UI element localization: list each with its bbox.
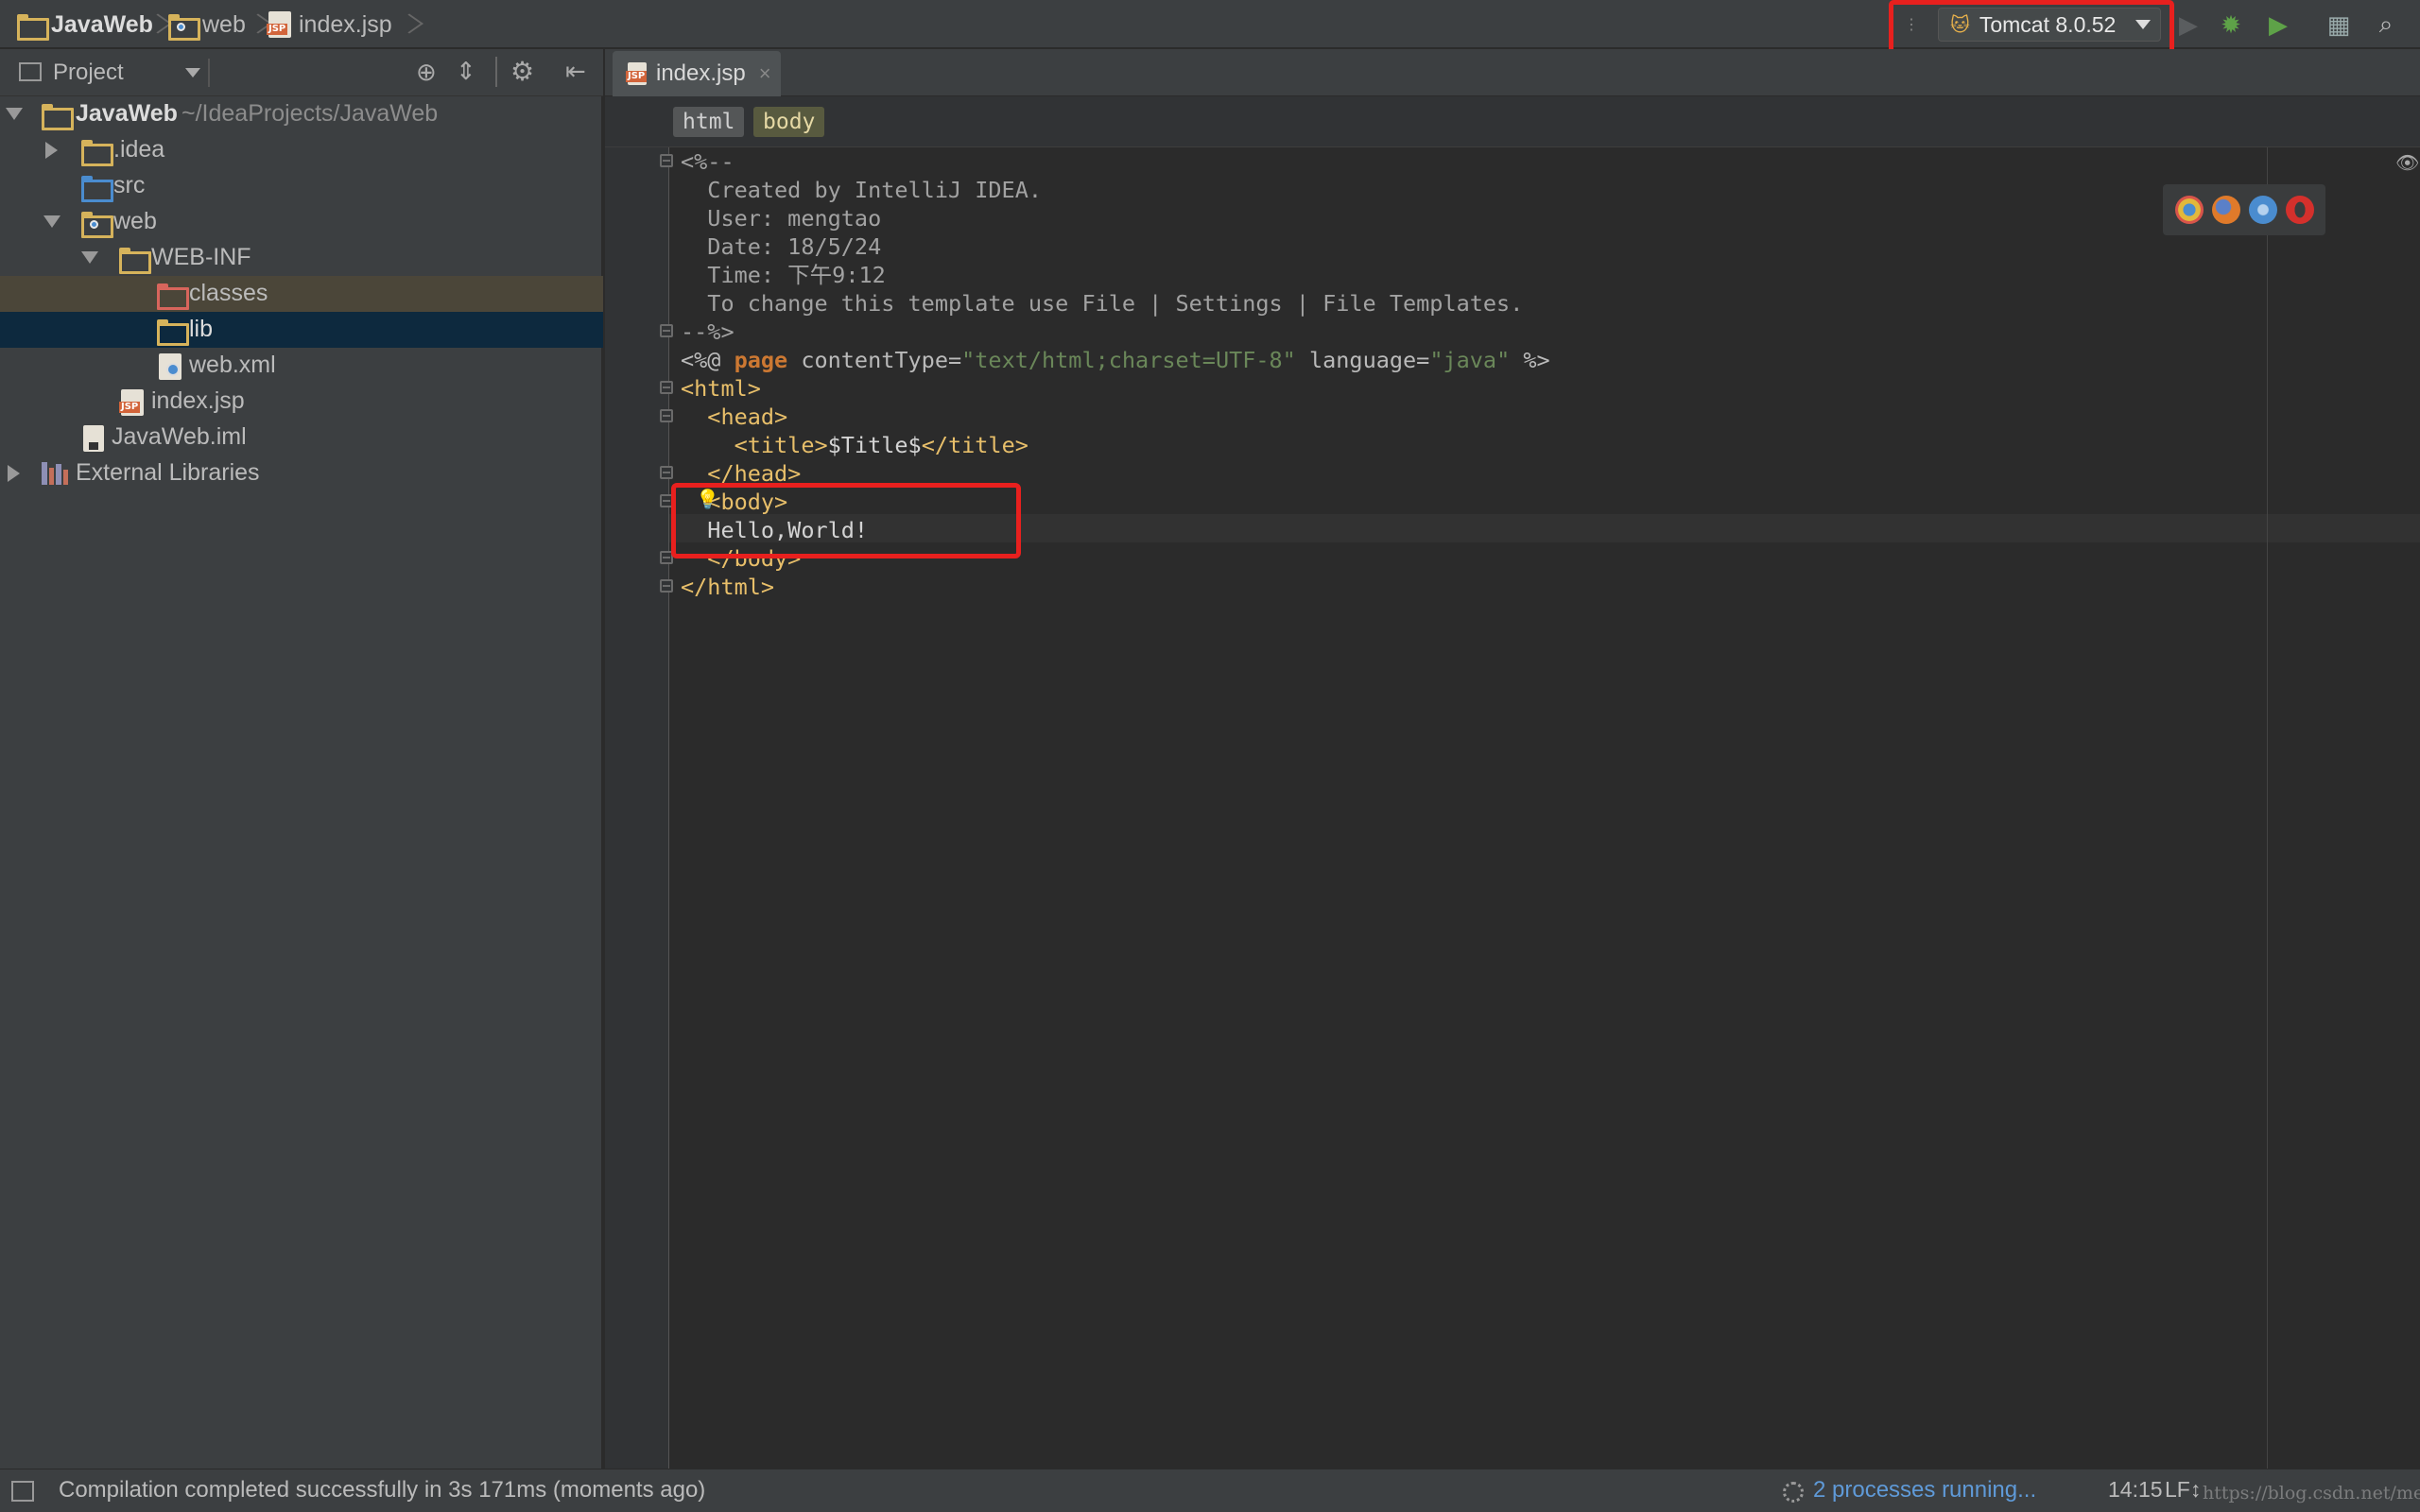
- project-structure-icon[interactable]: ▦: [2324, 9, 2354, 40]
- tree-item-web-inf[interactable]: WEB-INF: [0, 240, 603, 276]
- debug-icon[interactable]: ✹: [2216, 9, 2246, 40]
- iml-file-icon: [83, 425, 104, 452]
- folder-icon: [157, 319, 189, 346]
- fold-marker-icon[interactable]: [660, 409, 673, 422]
- fold-marker-icon[interactable]: [660, 154, 673, 167]
- project-folder-icon: [17, 14, 49, 41]
- tree-item-index-jsp[interactable]: JSP index.jsp: [0, 384, 603, 420]
- chrome-icon[interactable]: [2174, 196, 2204, 224]
- expand-arrow-icon[interactable]: [6, 108, 23, 120]
- tree-item-src[interactable]: src: [0, 168, 603, 204]
- right-margin-guide: [2267, 147, 2268, 1469]
- project-view-label[interactable]: Project: [53, 60, 124, 86]
- breadcrumb-index-jsp[interactable]: JSP index.jsp: [267, 9, 392, 40]
- status-message[interactable]: Compilation completed successfully in 3s…: [59, 1477, 705, 1503]
- tree-item-classes[interactable]: classes: [0, 276, 603, 312]
- editor-breadcrumb: html body: [605, 96, 2420, 147]
- tree-item-idea[interactable]: .idea: [0, 132, 603, 168]
- breadcrumb-html[interactable]: html: [673, 107, 745, 137]
- gear-icon[interactable]: ⚙: [510, 56, 534, 87]
- close-icon[interactable]: ×: [759, 61, 771, 86]
- libraries-icon: [42, 462, 68, 485]
- source-folder-icon: [81, 176, 113, 202]
- collapse-all-icon[interactable]: ⇕: [456, 57, 476, 86]
- code-line[interactable]: Created by IntelliJ IDEA.: [681, 176, 1042, 204]
- opera-icon[interactable]: [2285, 196, 2314, 224]
- search-icon[interactable]: ⌕: [2371, 9, 2401, 40]
- fold-marker-icon[interactable]: [660, 466, 673, 479]
- watermark: https://blog.csdn.net/mengtao0000: [2203, 1483, 2420, 1503]
- fold-marker-icon[interactable]: [660, 579, 673, 593]
- navigation-bar: JavaWeb web JSP index.jsp ⋮ 🐱 Tomcat 8.0…: [0, 0, 2420, 60]
- tree-item-lib[interactable]: lib: [0, 312, 603, 348]
- project-view-icon: [19, 62, 42, 81]
- jsp-file-icon: JSP: [626, 62, 648, 85]
- hide-panel-icon[interactable]: ⇤: [565, 57, 586, 86]
- code-line[interactable]: <html>: [681, 374, 761, 403]
- code-line[interactable]: <title>$Title$</title>: [681, 431, 1028, 459]
- expand-arrow-icon[interactable]: [81, 251, 98, 264]
- caret-position[interactable]: 14:15: [2108, 1477, 2163, 1503]
- run-icon[interactable]: ▶: [2174, 9, 2203, 40]
- safari-icon[interactable]: [2248, 196, 2277, 224]
- spinner-icon: [1783, 1482, 1804, 1503]
- code-line[interactable]: To change this template use File | Setti…: [681, 289, 1523, 318]
- expand-arrow-icon[interactable]: [45, 142, 58, 159]
- processes-running-link[interactable]: 2 processes running...: [1813, 1477, 2036, 1503]
- expand-arrow-icon[interactable]: [8, 465, 20, 482]
- jsp-file-icon: JSP: [119, 389, 144, 416]
- xml-file-icon: [159, 353, 182, 380]
- coverage-icon[interactable]: ▶: [2263, 9, 2293, 40]
- divider: [208, 59, 210, 87]
- project-folder-icon: [42, 104, 74, 130]
- line-separator[interactable]: LF↕: [2165, 1477, 2201, 1503]
- breadcrumb-separator: [401, 9, 414, 40]
- body-highlight-box: [671, 483, 1021, 558]
- expand-arrow-icon[interactable]: [43, 215, 60, 228]
- status-bar: Compilation completed successfully in 3s…: [0, 1469, 2420, 1512]
- code-line[interactable]: <head>: [681, 403, 787, 431]
- tree-item-web[interactable]: web: [0, 204, 603, 240]
- code-line[interactable]: Time: 下午9:12: [681, 261, 886, 289]
- editor-gutter[interactable]: [605, 147, 669, 1469]
- breadcrumb-body[interactable]: body: [753, 107, 825, 137]
- excluded-folder-icon: [157, 284, 189, 310]
- code-line[interactable]: <%--: [681, 147, 735, 176]
- breadcrumb-web[interactable]: web: [168, 9, 246, 41]
- breadcrumb-separator: [250, 9, 263, 40]
- code-line[interactable]: User: mengtao: [681, 204, 881, 232]
- browser-preview-bar: [2163, 184, 2325, 235]
- tree-item-javaweb-iml[interactable]: JavaWeb.iml: [0, 420, 603, 455]
- tree-item-external-libraries[interactable]: External Libraries: [0, 455, 603, 491]
- chevron-down-icon[interactable]: [185, 68, 200, 77]
- tree-item-web-xml[interactable]: web.xml: [0, 348, 603, 384]
- fold-marker-icon[interactable]: [660, 381, 673, 394]
- editor-tab-bar: JSP index.jsp ×: [605, 49, 2420, 96]
- tree-item-javaweb[interactable]: JavaWeb ~/IdeaProjects/JavaWeb: [0, 96, 603, 132]
- breadcrumb-separator: [149, 9, 163, 40]
- project-tree: JavaWeb ~/IdeaProjects/JavaWeb .idea src…: [0, 96, 603, 1469]
- code-line[interactable]: --%>: [681, 318, 735, 346]
- divider: [495, 57, 497, 87]
- code-line[interactable]: </html>: [681, 573, 774, 601]
- toggle-tool-windows-icon[interactable]: [11, 1481, 34, 1502]
- project-panel-header: Project ⊕ ⇕ ⚙ ⇤: [0, 49, 603, 96]
- jsp-file-icon: JSP: [267, 11, 291, 38]
- breadcrumb-javaweb[interactable]: JavaWeb: [17, 9, 153, 41]
- firefox-icon[interactable]: [2211, 196, 2240, 224]
- web-folder-icon: [81, 212, 113, 238]
- web-folder-icon: [168, 14, 200, 41]
- fold-marker-icon[interactable]: [660, 324, 673, 337]
- folder-icon: [119, 248, 151, 274]
- folder-icon: [81, 140, 113, 166]
- code-line[interactable]: Date: 18/5/24: [681, 232, 881, 261]
- eye-icon[interactable]: 👁: [2395, 151, 2419, 175]
- tab-index-jsp[interactable]: JSP index.jsp ×: [613, 51, 781, 96]
- locate-icon[interactable]: ⊕: [416, 58, 437, 87]
- code-line[interactable]: <%@ page contentType="text/html;charset=…: [681, 346, 1550, 374]
